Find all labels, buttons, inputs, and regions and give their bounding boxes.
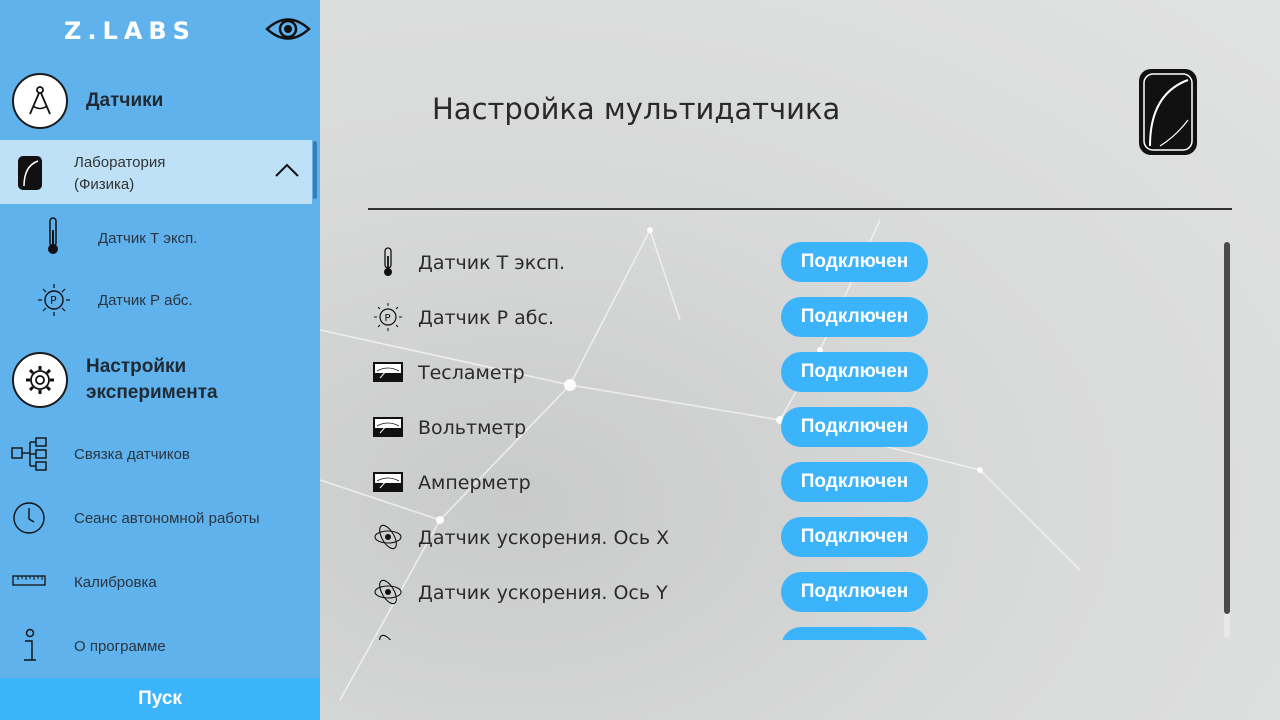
status-badge[interactable]: [781, 627, 928, 640]
meter-icon: [373, 472, 403, 492]
chevron-up-icon[interactable]: [274, 162, 300, 178]
pressure-icon: P: [38, 284, 70, 316]
sensor-row: Датчик ускорения. Ось Y Подключен: [368, 566, 1188, 621]
svg-text:P: P: [385, 313, 391, 324]
sensor-list-scrollbar[interactable]: [1224, 242, 1230, 638]
sensor-row: Датчик ускорения. Ось X Подключен: [368, 511, 1188, 566]
sub-item-label: Датчик Р абс.: [98, 291, 193, 309]
sidebar-item-pressure-sensor[interactable]: P Датчик Р абс.: [0, 270, 312, 330]
acceleration-icon: [379, 634, 397, 640]
sensor-name: Амперметр: [418, 472, 531, 494]
sensor-row: Датчик Т эксп. Подключен: [368, 236, 1188, 291]
start-button[interactable]: Пуск: [0, 678, 320, 720]
thermometer-icon: [384, 247, 392, 276]
sensor-row: Вольтметр Подключен: [368, 401, 1188, 456]
pressure-icon: P: [374, 303, 402, 331]
sidebar-item-about[interactable]: О программе: [0, 616, 312, 676]
acceleration-icon: [374, 524, 402, 550]
laboratory-label: Лаборатория (Физика): [74, 154, 166, 193]
logo: Z.LABS: [64, 17, 196, 45]
status-badge[interactable]: Подключен: [781, 297, 928, 337]
experiment-title: Настройки эксперимента: [86, 356, 218, 403]
nav-item-label: О программе: [74, 637, 166, 655]
sensor-link-icon: [11, 437, 47, 471]
nav-item-label: Связка датчиков: [74, 445, 190, 463]
sub-item-label: Датчик Т эксп.: [98, 229, 198, 247]
experiment-section-header[interactable]: Настройки эксперимента: [0, 352, 320, 408]
logo-row: Z.LABS: [0, 0, 320, 60]
status-badge[interactable]: Подключен: [781, 242, 928, 282]
status-badge[interactable]: Подключен: [781, 407, 928, 447]
sensor-row: Амперметр Подключен: [368, 456, 1188, 511]
multisensor-device-icon: [1139, 69, 1197, 155]
scrollbar-thumb[interactable]: [1224, 242, 1230, 614]
status-badge[interactable]: Подключен: [781, 462, 928, 502]
compass-icon: [12, 73, 68, 129]
sensor-name: Датчик ускорения. Ось X: [418, 527, 670, 549]
eye-icon[interactable]: [265, 12, 311, 46]
sidebar-item-temperature-sensor[interactable]: Датчик Т эксп.: [0, 208, 312, 268]
status-badge[interactable]: Подключен: [781, 572, 928, 612]
sensor-row: Тесламетр Подключен: [368, 346, 1188, 401]
sensor-name: Тесламетр: [418, 362, 525, 384]
ruler-icon: [12, 575, 46, 586]
nav-item-label: Сеанс автономной работы: [74, 509, 260, 527]
status-badge[interactable]: Подключен: [781, 517, 928, 557]
sensor-list: Датчик Т эксп. Подключен P Датчик Р абс.…: [368, 236, 1232, 640]
main-panel: Настройка мультидатчика Датчик Т эксп. П…: [320, 0, 1280, 720]
meter-icon: [373, 362, 403, 382]
sidebar-item-laboratory[interactable]: Лаборатория (Физика): [0, 140, 312, 204]
meter-icon: [373, 417, 403, 437]
svg-text:P: P: [50, 294, 57, 307]
sidebar: Z.LABS Датчики Лаборатория (Физика) Датч…: [0, 0, 320, 720]
sidebar-item-sensor-link[interactable]: Связка датчиков: [0, 424, 312, 484]
sidebar-item-calibration[interactable]: Калибровка: [0, 552, 312, 612]
clock-icon: [13, 502, 45, 534]
sensors-section-header[interactable]: Датчики: [0, 73, 320, 129]
sensors-title: Датчики: [86, 90, 164, 111]
page-title: Настройка мультидатчика: [432, 92, 841, 126]
sidebar-scrollbar[interactable]: [313, 141, 317, 199]
sensor-name: Вольтметр: [418, 417, 527, 439]
sensor-name: Датчик Т эксп.: [418, 252, 566, 274]
acceleration-icon: [374, 579, 402, 605]
status-badge[interactable]: Подключен: [781, 352, 928, 392]
sidebar-item-autonomous-session[interactable]: Сеанс автономной работы: [0, 488, 312, 548]
thermometer-icon: [48, 217, 58, 254]
sensor-name: Датчик Р абс.: [418, 307, 554, 329]
info-icon: [24, 628, 36, 661]
sensor-row: P Датчик Р абс. Подключен: [368, 291, 1188, 346]
sensor-name: Датчик ускорения. Ось Y: [418, 582, 668, 604]
divider: [368, 208, 1232, 210]
nav-item-label: Калибровка: [74, 573, 157, 591]
gear-icon: [12, 352, 68, 408]
device-icon: [18, 156, 42, 190]
sensor-row: [368, 621, 1188, 640]
